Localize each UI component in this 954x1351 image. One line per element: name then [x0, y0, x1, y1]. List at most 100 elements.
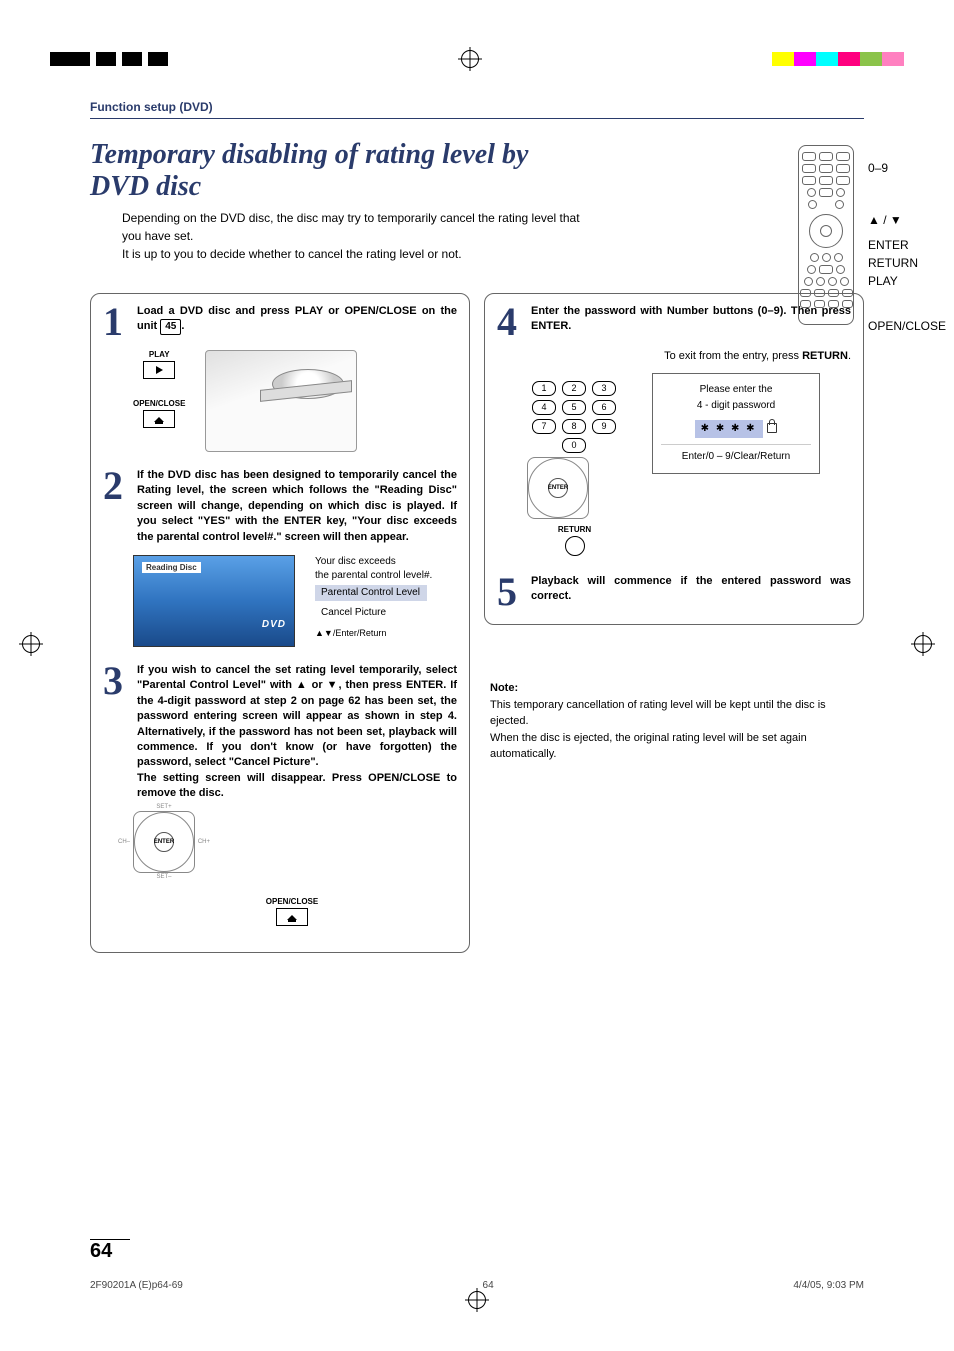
step-2-text: If the DVD disc has been designed to tem…: [137, 468, 457, 545]
note-line-1: This temporary cancellation of rating le…: [490, 699, 826, 728]
registration-mark-right-icon: [914, 635, 932, 653]
remote-label-return: RETURN: [868, 257, 946, 269]
lock-icon: [767, 423, 777, 433]
num-5: 5: [562, 400, 586, 415]
ch-minus-label: CH–: [118, 839, 130, 845]
registration-mark-bottom-icon: [468, 1291, 486, 1309]
set-minus-label: SET–: [156, 874, 171, 880]
page-subtitle: Depending on the DVD disc, the disc may …: [122, 209, 590, 263]
registration-mark-left-icon: [22, 635, 40, 653]
return-circle-icon: [565, 536, 585, 556]
num-2: 2: [562, 381, 586, 396]
set-plus-label: SET+: [156, 804, 171, 810]
enter-center-label: ENTER: [154, 832, 174, 852]
num-1: 1: [532, 381, 556, 396]
left-column: 1 Load a DVD disc and press PLAY or OPEN…: [90, 293, 470, 953]
menu-cancel-picture: Cancel Picture: [315, 605, 427, 621]
note-label: Note:: [490, 682, 518, 694]
color-bars: [772, 52, 904, 66]
step-2: 2 If the DVD disc has been designed to t…: [103, 468, 457, 647]
step-4: 4 Enter the password with Number buttons…: [497, 304, 851, 558]
remote-label-nums: 0–9: [868, 155, 946, 181]
two-column-layout: 1 Load a DVD disc and press PLAY or OPEN…: [90, 293, 864, 953]
right-column: 4 Enter the password with Number buttons…: [484, 293, 864, 625]
page-number: 64: [90, 1239, 130, 1263]
panel-line-2: the parental control level#.: [315, 569, 432, 583]
num-3: 3: [592, 381, 616, 396]
num-9: 9: [592, 419, 616, 434]
exit-prefix: To exit from the entry, press: [664, 350, 802, 362]
openclose-label: OPEN/CLOSE: [133, 399, 185, 408]
num-6: 6: [592, 400, 616, 415]
play-icon: [156, 366, 163, 374]
openclose-button-illustration-2: OPEN/CLOSE: [127, 897, 457, 926]
play-label: PLAY: [133, 350, 185, 359]
step-5-text: Playback will commence if the entered pa…: [531, 574, 851, 605]
remote-diagram: 0–9 ▲ / ▼ ENTER RETURN PLAY OPEN/CLOSE: [798, 145, 854, 325]
pw-mask: ✱ ✱ ✱ ✱: [695, 420, 763, 438]
number-pad-illustration: 1 2 3 4 5 6 7: [532, 381, 616, 453]
page-reference: 45: [160, 319, 181, 335]
footer-right: 4/4/05, 9:03 PM: [793, 1280, 864, 1291]
page-title-text: Temporary disabling of rating level by D…: [90, 139, 528, 202]
parental-warning-panel: Your disc exceeds the parental control l…: [315, 555, 432, 640]
reading-disc-label: Reading Disc: [142, 562, 201, 573]
disc-loading-illustration: [205, 350, 357, 452]
return-label: RETURN: [533, 525, 616, 534]
pw-line-2: 4 - digit password: [661, 398, 811, 414]
ch-plus-label: CH+: [198, 839, 210, 845]
openclose-button-illustration: OPEN/CLOSE: [133, 399, 185, 430]
exit-suffix: .: [848, 350, 851, 362]
panel-hint: ▲▼/Enter/Return: [315, 627, 432, 640]
remote-body-icon: [798, 145, 854, 325]
panel-line-1: Your disc exceeds: [315, 555, 432, 569]
footer-left: 2F90201A (E)p64-69: [90, 1280, 183, 1291]
step-number-3: 3: [103, 663, 129, 699]
reading-disc-screen: Reading Disc DVD: [133, 555, 295, 647]
num-7: 7: [532, 419, 556, 434]
step-4-exit-hint: To exit from the entry, press RETURN.: [497, 348, 851, 365]
step-5: 5 Playback will commence if the entered …: [497, 574, 851, 610]
eject-icon: [154, 417, 164, 422]
num-8: 8: [562, 419, 586, 434]
step-number-4: 4: [497, 304, 523, 340]
footer-center: 64: [483, 1280, 494, 1291]
eject-icon-2: [287, 915, 297, 920]
return-button-illustration: RETURN: [533, 525, 616, 556]
remote-label-play: PLAY: [868, 275, 946, 287]
password-entry-screen: Please enter the 4 - digit password ✱ ✱ …: [652, 373, 820, 474]
note-line-2: When the disc is ejected, the original r…: [490, 732, 807, 761]
enter-center-label-2: ENTER: [548, 478, 568, 498]
step-number-1: 1: [103, 304, 129, 340]
remote-label-openclose: OPEN/CLOSE: [868, 313, 946, 339]
step-number-2: 2: [103, 468, 129, 504]
remote-label-enter: ENTER: [868, 239, 946, 251]
registration-mark-icon: [461, 50, 479, 68]
step-1-text: Load a DVD disc and press PLAY or OPEN/C…: [137, 304, 457, 335]
page: Function setup (DVD) Temporary disabling…: [0, 0, 954, 1351]
play-button-illustration: PLAY: [133, 350, 185, 381]
page-title: Temporary disabling of rating level by D…: [90, 139, 590, 203]
remote-labels-group: 0–9 ▲ / ▼ ENTER RETURN PLAY OPEN/CLOSE: [868, 155, 946, 339]
step-number-5: 5: [497, 574, 523, 610]
pw-hint: Enter/0 – 9/Clear/Return: [661, 444, 811, 465]
step-1-prefix: Load a DVD disc and press PLAY or OPEN/C…: [137, 305, 457, 332]
dpad-illustration-2: ENTER: [527, 457, 589, 519]
exit-return-bold: RETURN: [802, 350, 848, 362]
section-label: Function setup (DVD): [90, 100, 864, 119]
menu-parental-level: Parental Control Level: [315, 585, 427, 601]
note-block: Note: This temporary cancellation of rat…: [490, 680, 864, 763]
step-1: 1 Load a DVD disc and press PLAY or OPEN…: [103, 304, 457, 452]
left-density-blocks: [50, 52, 168, 66]
num-4: 4: [532, 400, 556, 415]
remote-label-arrows: ▲ / ▼: [868, 207, 946, 233]
dpad-illustration: ENTER CH– CH+ SET+ SET–: [133, 811, 195, 873]
heading-block: Temporary disabling of rating level by D…: [90, 139, 864, 263]
dvd-logo: DVD: [262, 619, 286, 630]
print-registration-bar: [0, 50, 954, 68]
step-1-suffix: .: [181, 320, 184, 332]
step-3-text: If you wish to cancel the set rating lev…: [137, 663, 457, 802]
pw-line-1: Please enter the: [661, 382, 811, 398]
step-3: 3 If you wish to cancel the set rating l…: [103, 663, 457, 927]
num-0: 0: [562, 438, 586, 453]
